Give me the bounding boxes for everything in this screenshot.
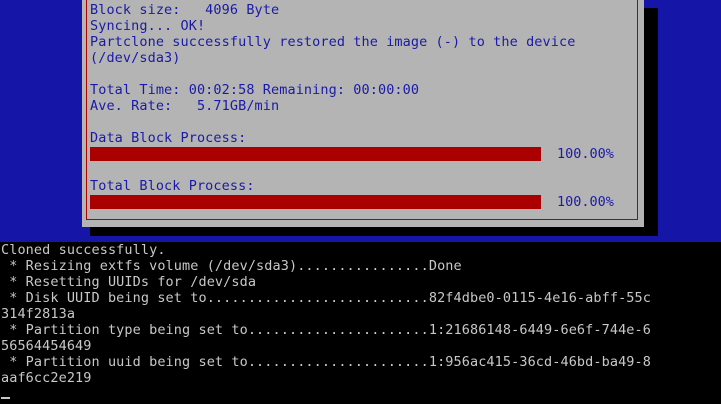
terminal-line: * Disk UUID being set to................…: [1, 290, 651, 306]
total-block-label: Total Block Process:: [90, 178, 255, 194]
terminal-line: 314f2813a: [1, 306, 76, 322]
terminal-line: 56564454649: [1, 338, 92, 354]
terminal-line: aaf6cc2e219: [1, 370, 92, 386]
data-block-progress-bar: [90, 147, 541, 161]
terminal-line: * Partition type being set to...........…: [1, 322, 651, 338]
terminal-line: * Partition uuid being set to...........…: [1, 354, 651, 370]
terminal-line: * Resizing extfs volume (/dev/sda3).....…: [1, 258, 462, 274]
data-block-label: Data Block Process:: [90, 130, 247, 146]
block-size-line: Block size: 4096 Byte: [90, 2, 280, 18]
terminal-line: Cloned successfully.: [1, 242, 166, 258]
restore-success-line: Partclone successfully restored the imag…: [90, 34, 576, 50]
terminal-cursor[interactable]: [1, 397, 10, 399]
data-block-percent: 100.00%: [557, 146, 614, 162]
device-line: (/dev/sda3): [90, 50, 181, 66]
rate-line: Ave. Rate: 5.71GB/min: [90, 98, 280, 114]
terminal-line: * Resetting UUIDs for /dev/sda: [1, 274, 257, 290]
time-line: Total Time: 00:02:58 Remaining: 00:00:00: [90, 82, 420, 98]
total-block-progress-bar: [90, 195, 541, 209]
syncing-status-line: Syncing... OK!: [90, 18, 206, 34]
terminal-output: Cloned successfully. * Resizing extfs vo…: [0, 242, 721, 404]
total-block-percent: 100.00%: [557, 194, 614, 210]
partclone-dialog: Block size: 4096 Byte Syncing... OK! Par…: [82, 0, 644, 227]
